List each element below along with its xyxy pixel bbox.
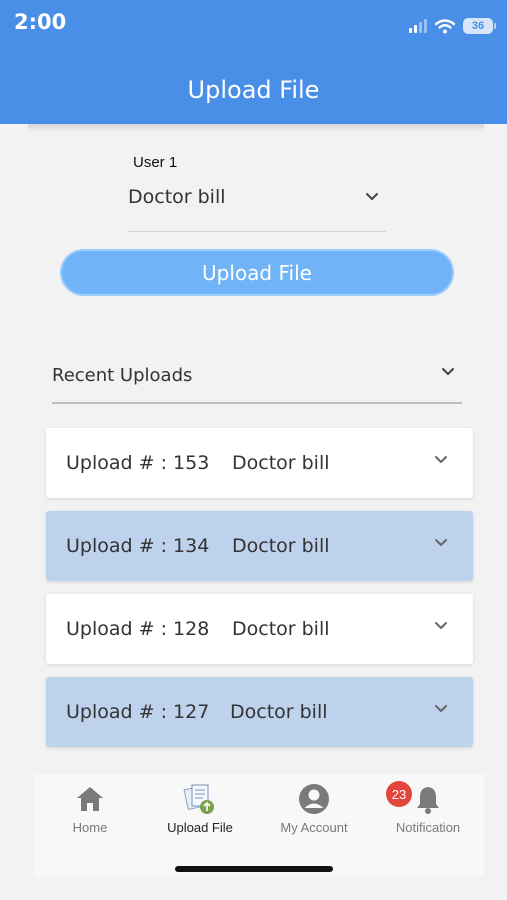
status-icons: 36 bbox=[409, 18, 496, 34]
page-title: Upload File bbox=[187, 76, 320, 104]
chevron-down-icon bbox=[435, 622, 447, 629]
battery-icon: 36 bbox=[463, 18, 496, 34]
status-bar: 2:00 36 bbox=[0, 0, 507, 46]
tab-home[interactable]: Home bbox=[34, 774, 146, 844]
bottom-tab-bar: Home Upload File My Account Notification bbox=[34, 774, 484, 876]
bell-icon bbox=[417, 787, 439, 814]
upload-file-icon bbox=[183, 784, 214, 814]
account-icon bbox=[299, 784, 329, 814]
tab-home-label: Home bbox=[72, 820, 108, 835]
chevron-down-icon bbox=[435, 539, 447, 546]
tab-upload-file[interactable]: Upload File bbox=[144, 774, 256, 844]
upload-id: Upload # : 134 bbox=[66, 535, 210, 557]
tab-my-account-label: My Account bbox=[280, 820, 348, 835]
recent-uploads-label: Recent Uploads bbox=[52, 365, 193, 386]
upload-file-button[interactable]: Upload File bbox=[60, 249, 454, 296]
home-icon bbox=[77, 787, 103, 811]
upload-row[interactable]: Upload # : 153 Doctor bill bbox=[46, 428, 473, 498]
home-indicator bbox=[175, 866, 333, 872]
app-header: 2:00 36 Upload File bbox=[0, 0, 507, 124]
tab-my-account[interactable]: My Account bbox=[258, 774, 370, 844]
upload-id: Upload # : 127 bbox=[66, 701, 210, 723]
upload-name: Doctor bill bbox=[232, 452, 330, 474]
header-shadow bbox=[28, 124, 484, 132]
status-time: 2:00 bbox=[14, 10, 67, 34]
recent-uploads-dropdown[interactable]: Recent Uploads bbox=[52, 352, 462, 404]
upload-row[interactable]: Upload # : 127 Doctor bill bbox=[46, 677, 473, 747]
upload-name: Doctor bill bbox=[232, 535, 330, 557]
chevron-down-icon bbox=[442, 368, 454, 375]
upload-id: Upload # : 153 bbox=[66, 452, 210, 474]
signal-icon bbox=[409, 19, 427, 33]
upload-id: Upload # : 128 bbox=[66, 618, 210, 640]
upload-name: Doctor bill bbox=[230, 701, 328, 723]
upload-name: Doctor bill bbox=[232, 618, 330, 640]
upload-row[interactable]: Upload # : 128 Doctor bill bbox=[46, 594, 473, 664]
chevron-down-icon bbox=[435, 456, 447, 463]
chevron-down-icon bbox=[435, 705, 447, 712]
chevron-down-icon bbox=[366, 193, 378, 200]
tab-notification-label: Notification bbox=[395, 820, 461, 835]
document-type-value: Doctor bill bbox=[128, 186, 226, 208]
tab-upload-file-label: Upload File bbox=[167, 820, 233, 835]
upload-row[interactable]: Upload # : 134 Doctor bill bbox=[46, 511, 473, 581]
user-label: User 1 bbox=[133, 154, 178, 171]
notification-badge: 23 bbox=[386, 781, 412, 807]
wifi-icon bbox=[435, 18, 455, 33]
document-type-select[interactable]: Doctor bill bbox=[128, 180, 386, 232]
